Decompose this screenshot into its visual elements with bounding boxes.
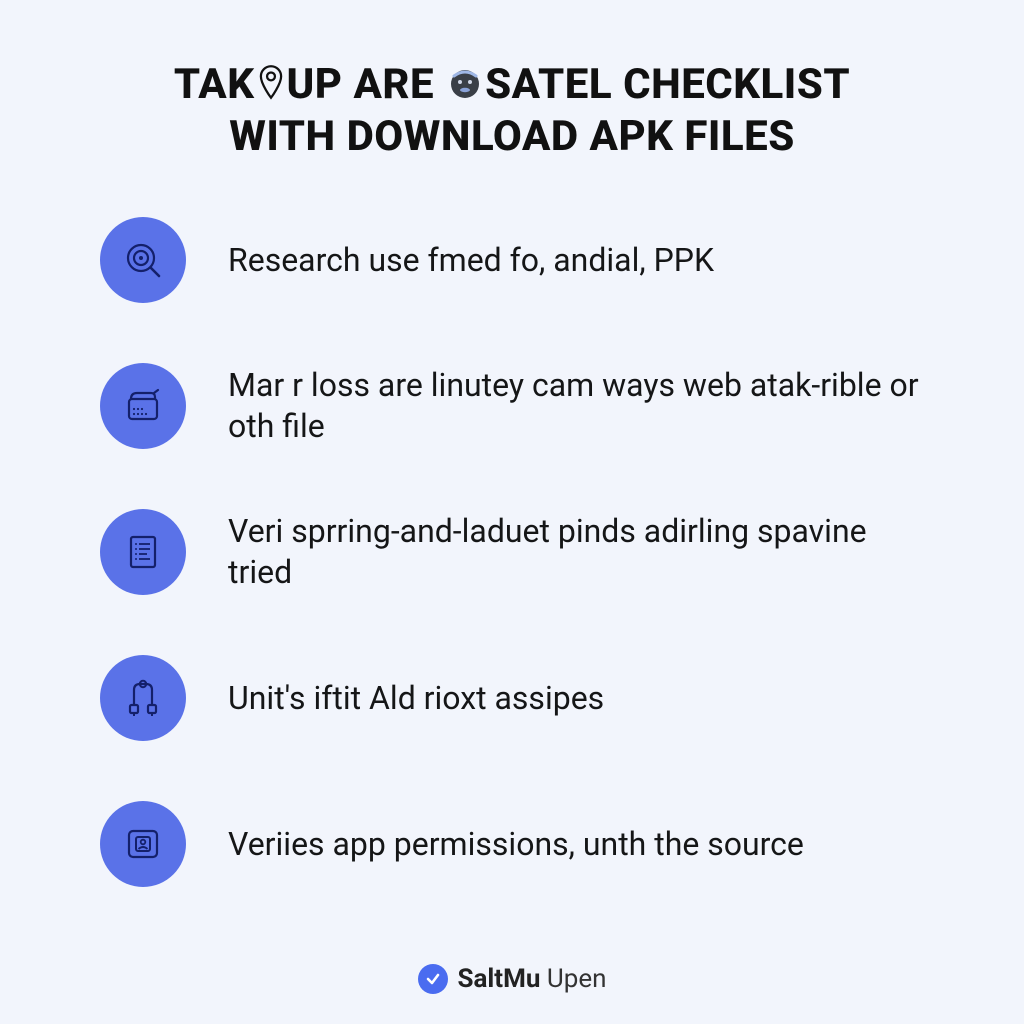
list-item: Research use fmed fo, andial, PPK [100, 217, 934, 303]
list-item-text: Mar r loss are linutey cam ways web atak… [228, 365, 934, 448]
location-pin-icon [257, 62, 285, 112]
title-line1-pre: TAK [174, 60, 255, 109]
footer-brand: SaltMu Upen [90, 964, 934, 994]
list-item: Mar r loss are linutey cam ways web atak… [100, 363, 934, 449]
title-line1-post: SATEL CHECKLIST [485, 60, 850, 109]
connectors-icon [100, 655, 186, 741]
list-item-text: Veriies app permissions, unth the source [228, 824, 804, 866]
brand-name-light: Upen [540, 964, 606, 994]
checkmark-badge-icon [418, 964, 448, 994]
list-item-text: Veri sprring-and-laduet pinds adirling s… [228, 511, 934, 594]
document-list-icon [100, 509, 186, 595]
title-line2: WITH DOWNLOAD APK FILES [90, 112, 934, 162]
page-title: TAK UP ARE SATEL CHECKLIST WITH DOWNLOAD … [90, 60, 934, 162]
checklist: Research use fmed fo, andial, PPK Mar r … [90, 217, 934, 934]
globe-emoji-icon [447, 62, 483, 112]
title-line1-mid: UP ARE [287, 60, 446, 109]
list-item: Unit's iftit Ald rioxt assipes [100, 655, 934, 741]
list-item: Veriies app permissions, unth the source [100, 801, 934, 887]
user-card-icon [100, 801, 186, 887]
search-target-icon [100, 217, 186, 303]
brand-name-bold: SaltMu [458, 964, 541, 994]
list-item-text: Research use fmed fo, andial, PPK [228, 240, 714, 282]
archive-box-icon [100, 363, 186, 449]
list-item-text: Unit's iftit Ald rioxt assipes [228, 678, 604, 720]
list-item: Veri sprring-and-laduet pinds adirling s… [100, 509, 934, 595]
